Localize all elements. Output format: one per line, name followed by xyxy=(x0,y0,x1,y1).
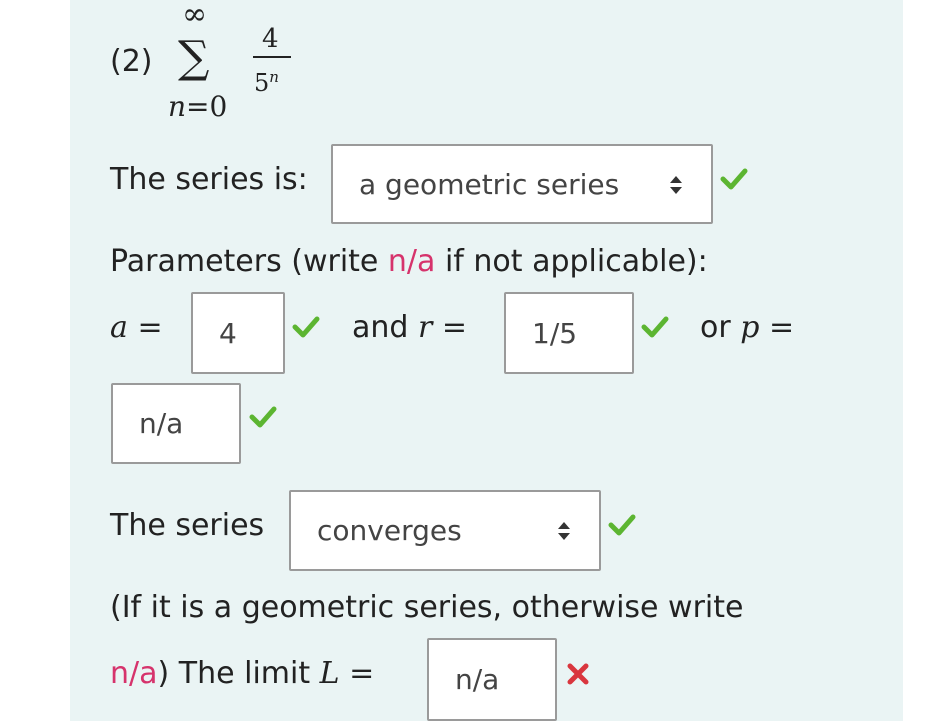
check-icon xyxy=(641,316,669,338)
p-label: or p = xyxy=(700,310,795,345)
fraction-denominator: 5n xyxy=(254,68,279,97)
sum-lower-limit: n=0 xyxy=(168,90,228,123)
limit-instruction: (If it is a geometric series, otherwise … xyxy=(110,590,744,625)
convergence-select[interactable]: converges xyxy=(289,490,601,571)
limit-input[interactable]: n/a xyxy=(427,638,557,721)
convergence-label: The series xyxy=(110,508,265,543)
r-label: and r = xyxy=(352,310,468,345)
sigma-symbol: ∑ xyxy=(178,32,210,83)
series-type-select[interactable]: a geometric series xyxy=(331,144,713,224)
select-updown-icon xyxy=(558,522,570,540)
p-value: n/a xyxy=(139,407,184,440)
sum-upper-limit: ∞ xyxy=(182,0,207,32)
a-input[interactable]: 4 xyxy=(191,292,285,374)
check-icon xyxy=(292,316,320,338)
a-value: 4 xyxy=(219,316,237,350)
limit-value: n/a xyxy=(455,663,500,696)
a-label: a = xyxy=(110,310,163,345)
check-icon xyxy=(720,168,748,190)
problem-label: (2) xyxy=(110,44,153,79)
cross-icon xyxy=(567,663,589,685)
r-value: 1/5 xyxy=(532,316,578,350)
fraction-bar xyxy=(253,56,291,58)
series-type-value: a geometric series xyxy=(359,167,620,201)
parameters-intro: Parameters (write n/a if not applicable)… xyxy=(110,244,708,279)
select-updown-icon xyxy=(670,176,682,194)
r-input[interactable]: 1/5 xyxy=(504,292,634,374)
series-type-label: The series is: xyxy=(110,162,308,197)
check-icon xyxy=(608,514,636,536)
limit-label: n/a) The limit L = xyxy=(110,656,375,691)
check-icon xyxy=(249,406,277,428)
convergence-value: converges xyxy=(317,514,462,547)
fraction-numerator: 4 xyxy=(262,24,279,54)
p-input[interactable]: n/a xyxy=(111,383,241,464)
